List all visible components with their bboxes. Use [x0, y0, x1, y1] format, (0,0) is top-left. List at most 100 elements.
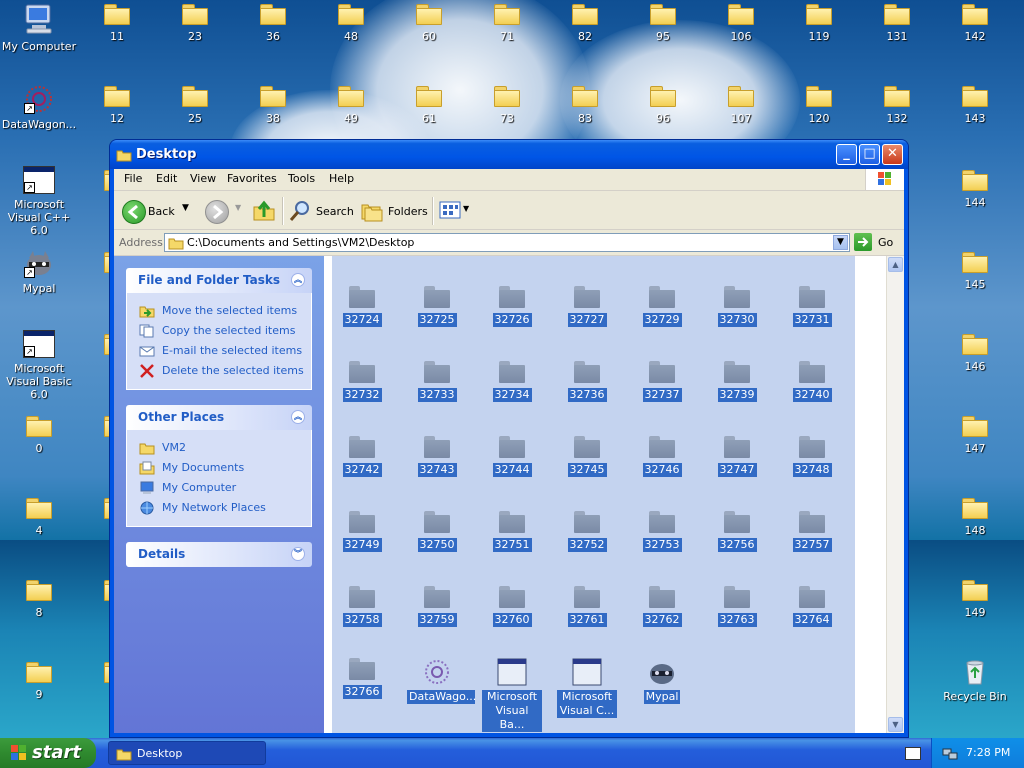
desktop-folder[interactable]: 120 — [780, 86, 858, 125]
file-item[interactable]: 32736 — [557, 361, 617, 402]
menu-file[interactable]: File — [124, 172, 142, 185]
desktop-folder[interactable]: 48 — [312, 4, 390, 43]
desktop-folder[interactable]: 119 — [780, 4, 858, 43]
close-button[interactable]: ✕ — [882, 144, 903, 165]
desktop-folder[interactable]: 132 — [858, 86, 936, 125]
file-item[interactable]: 32739 — [707, 361, 767, 402]
folders-button[interactable]: Folders — [360, 198, 428, 224]
desktop-folder[interactable]: 12 — [78, 86, 156, 125]
file-item[interactable]: 32760 — [482, 586, 542, 627]
file-item[interactable]: 32724 — [332, 286, 392, 327]
place-my-documents[interactable]: My Documents — [127, 458, 311, 478]
file-item[interactable]: Microsoft Visual C... — [557, 658, 617, 718]
file-item[interactable]: 32743 — [407, 436, 467, 477]
file-item[interactable]: DataWago... — [407, 658, 476, 704]
minimize-button[interactable]: _ — [836, 144, 857, 165]
expand-chevron-icon[interactable]: ︾ — [291, 547, 305, 561]
file-item[interactable]: 32751 — [482, 511, 542, 552]
desktop-folder[interactable]: 148 — [936, 498, 1014, 537]
file-item[interactable]: 32729 — [632, 286, 692, 327]
place-vm2[interactable]: VM2 — [127, 438, 311, 458]
file-item[interactable]: 32766 — [332, 658, 392, 699]
network-tray-icon[interactable] — [942, 745, 958, 761]
desktop-folder[interactable]: 143 — [936, 86, 1014, 125]
file-item[interactable]: 32744 — [482, 436, 542, 477]
file-item[interactable]: 32748 — [782, 436, 842, 477]
file-item[interactable]: 32750 — [407, 511, 467, 552]
desktop-folder[interactable]: 0 — [0, 416, 78, 455]
desktop-folder[interactable]: 145 — [936, 252, 1014, 291]
desktop-icon-visual-basic[interactable]: ↗ Microsoft Visual Basic 6.0 — [0, 330, 78, 401]
file-item[interactable]: 32740 — [782, 361, 842, 402]
desktop-folder[interactable]: 61 — [390, 86, 468, 125]
desktop-folder[interactable]: 73 — [468, 86, 546, 125]
desktop-folder[interactable]: 95 — [624, 4, 702, 43]
file-item[interactable]: 32756 — [707, 511, 767, 552]
views-button[interactable]: ▼ — [439, 200, 473, 222]
desktop-folder[interactable]: 106 — [702, 4, 780, 43]
desktop-folder[interactable]: 82 — [546, 4, 624, 43]
file-item[interactable]: 32752 — [557, 511, 617, 552]
panel-header[interactable]: Details ︾ — [126, 542, 312, 567]
desktop-folder[interactable]: 71 — [468, 4, 546, 43]
task-copy[interactable]: Copy the selected items — [127, 321, 311, 341]
keyboard-icon[interactable] — [905, 747, 921, 760]
desktop-folder[interactable]: 146 — [936, 334, 1014, 373]
scroll-up-icon[interactable]: ▲ — [888, 257, 903, 272]
file-item[interactable]: 32737 — [632, 361, 692, 402]
file-item[interactable]: 32733 — [407, 361, 467, 402]
panel-header[interactable]: File and Folder Tasks ︽ — [126, 268, 312, 293]
file-item[interactable]: 32730 — [707, 286, 767, 327]
title-bar[interactable]: Desktop _ □ ✕ — [110, 140, 908, 169]
taskbar-item-desktop[interactable]: Desktop — [108, 741, 266, 765]
file-item[interactable]: 32746 — [632, 436, 692, 477]
vertical-scrollbar[interactable]: ▲ ▼ — [886, 256, 904, 733]
desktop-icon-mypal[interactable]: ↗ Mypal — [0, 248, 78, 295]
desktop-folder[interactable]: 25 — [156, 86, 234, 125]
place-my-computer[interactable]: My Computer — [127, 478, 311, 498]
search-button[interactable]: Search — [288, 198, 354, 224]
back-button[interactable]: Back ▼ — [120, 197, 198, 225]
desktop-folder[interactable]: 36 — [234, 4, 312, 43]
start-button[interactable]: start — [0, 738, 96, 768]
file-item[interactable]: 32761 — [557, 586, 617, 627]
file-item[interactable]: 32753 — [632, 511, 692, 552]
menu-help[interactable]: Help — [329, 172, 354, 185]
forward-dropdown-icon[interactable]: ▼ — [235, 203, 241, 212]
desktop-folder[interactable]: 149 — [936, 580, 1014, 619]
file-item[interactable]: 32762 — [632, 586, 692, 627]
file-item[interactable]: 32731 — [782, 286, 842, 327]
address-dropdown-icon[interactable]: ▼ — [833, 235, 848, 250]
file-item[interactable]: 32727 — [557, 286, 617, 327]
scroll-down-icon[interactable]: ▼ — [888, 717, 903, 732]
desktop-folder[interactable]: 144 — [936, 170, 1014, 209]
desktop-folder[interactable]: 9 — [0, 662, 78, 701]
desktop-folder[interactable]: 107 — [702, 86, 780, 125]
desktop-icon-recycle-bin[interactable]: Recycle Bin — [936, 656, 1014, 703]
menu-edit[interactable]: Edit — [156, 172, 177, 185]
desktop-icon-visual-cpp[interactable]: ↗ Microsoft Visual C++ 6.0 — [0, 166, 78, 237]
file-item[interactable]: 32749 — [332, 511, 392, 552]
desktop-folder[interactable]: 131 — [858, 4, 936, 43]
file-item[interactable]: 32759 — [407, 586, 467, 627]
file-item[interactable]: 32745 — [557, 436, 617, 477]
place-my-network[interactable]: My Network Places — [127, 498, 311, 518]
address-input[interactable]: C:\Documents and Settings\VM2\Desktop ▼ — [164, 233, 850, 252]
forward-button[interactable] — [205, 200, 229, 224]
desktop-folder[interactable]: 11 — [78, 4, 156, 43]
collapse-chevron-icon[interactable]: ︽ — [291, 273, 305, 287]
desktop-folder[interactable]: 8 — [0, 580, 78, 619]
desktop-folder[interactable]: 96 — [624, 86, 702, 125]
file-item[interactable]: Microsoft Visual Ba... — [482, 658, 542, 732]
desktop-folder[interactable]: 83 — [546, 86, 624, 125]
task-move[interactable]: Move the selected items — [127, 301, 311, 321]
desktop-folder[interactable]: 4 — [0, 498, 78, 537]
file-item[interactable]: 32747 — [707, 436, 767, 477]
up-folder-button[interactable] — [252, 199, 276, 223]
back-dropdown-icon[interactable]: ▼ — [182, 203, 189, 213]
file-item[interactable]: 32757 — [782, 511, 842, 552]
collapse-chevron-icon[interactable]: ︽ — [291, 410, 305, 424]
file-item[interactable]: 32764 — [782, 586, 842, 627]
panel-header[interactable]: Other Places ︽ — [126, 405, 312, 430]
desktop-folder[interactable]: 23 — [156, 4, 234, 43]
